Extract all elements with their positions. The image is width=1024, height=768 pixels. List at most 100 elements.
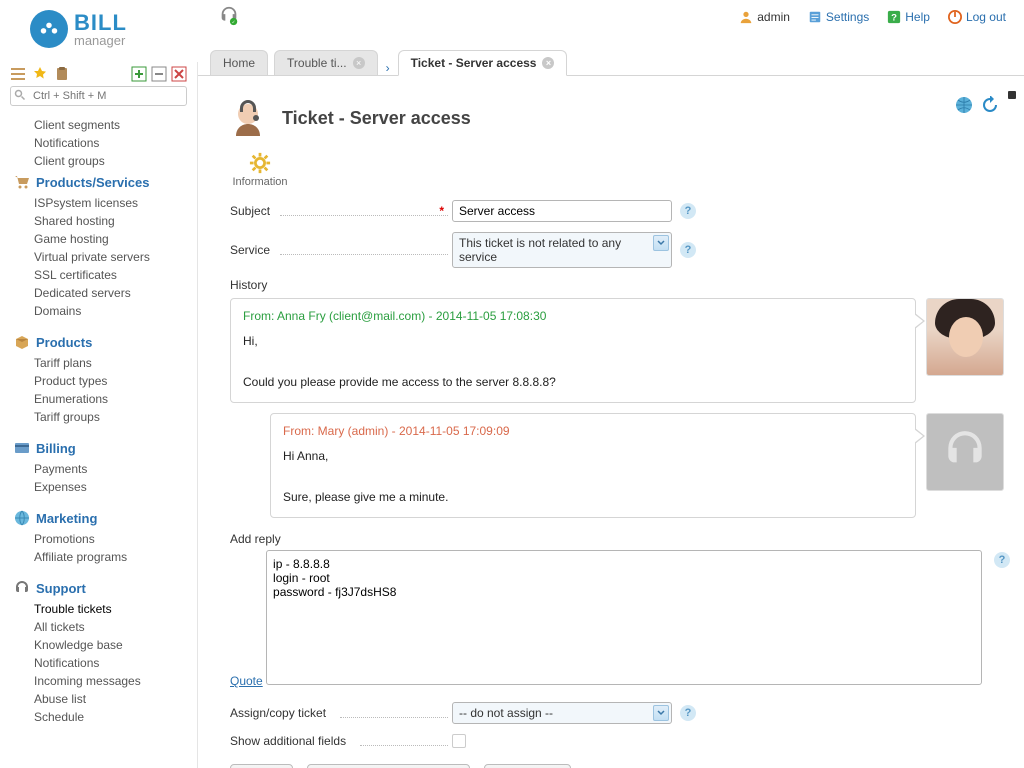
form-row-assign: Assign/copy ticket -- do not assign -- ?	[230, 702, 1004, 724]
sidebar-item[interactable]: Virtual private servers	[0, 248, 197, 266]
sidebar-search-input[interactable]	[10, 86, 187, 106]
tab[interactable]: Ticket - Server access ×	[398, 50, 568, 76]
help-icon: ?	[887, 10, 901, 24]
sidebar-item[interactable]: Shared hosting	[0, 212, 197, 230]
assign-select[interactable]: -- do not assign --	[452, 702, 672, 724]
sidebar-section-head[interactable]: Support	[0, 576, 197, 600]
collapse-icon[interactable]	[151, 66, 167, 82]
subject-label: Subject*	[230, 204, 452, 218]
reply-textarea[interactable]	[266, 550, 982, 685]
scroll-up-indicator[interactable]	[1008, 91, 1016, 99]
tab-bar: HomeTrouble ti...× › Ticket - Server acces…	[198, 48, 1024, 76]
tab[interactable]: Trouble ti...×	[274, 50, 378, 75]
sidebar-section-head[interactable]: Products/Services	[0, 170, 197, 194]
message-body: Hi,Could you please provide me access to…	[243, 331, 903, 392]
header-logout[interactable]: Log out	[948, 10, 1006, 24]
sidebar-item[interactable]: SSL certificates	[0, 266, 197, 284]
help-icon[interactable]: ?	[680, 203, 696, 219]
sidebar-section-head[interactable]: Billing	[0, 436, 197, 460]
close-icon[interactable]: ×	[542, 57, 554, 69]
sidebar-item[interactable]: Enumerations	[0, 390, 197, 408]
logo-brand-sub: manager	[74, 34, 127, 47]
search-icon	[14, 89, 26, 101]
globe-icon	[14, 510, 30, 526]
box-icon	[14, 334, 30, 350]
sidebar-item[interactable]: Trouble tickets	[0, 600, 197, 618]
sidebar-item[interactable]: Notifications	[0, 134, 197, 152]
sidebar-item[interactable]: Notifications	[0, 654, 197, 672]
header-right: admin Settings ? Help Log out	[739, 10, 1006, 24]
sidebar-item[interactable]: Product types	[0, 372, 197, 390]
sidebar-section: SupportTrouble ticketsAll ticketsKnowled…	[0, 576, 197, 726]
sidebar-nav: Client segments Notifications Client gro…	[0, 112, 197, 752]
header-help[interactable]: ? Help	[887, 10, 930, 24]
sidebar-section-head[interactable]: Products	[0, 330, 197, 354]
list-icon[interactable]	[10, 66, 26, 82]
sidebar-item[interactable]: Abuse list	[0, 690, 197, 708]
help-icon[interactable]: ?	[680, 705, 696, 721]
page-title: Ticket - Server access	[282, 108, 471, 129]
sidebar-item[interactable]: Payments	[0, 460, 197, 478]
reply-section: Add reply Quote ?	[230, 532, 1004, 688]
sidebar-item[interactable]: Tariff plans	[0, 354, 197, 372]
sidebar-section-title: Products/Services	[36, 175, 149, 190]
chevron-right-icon: ›	[384, 61, 392, 75]
content: Ticket - Server access Information Subje…	[198, 76, 1024, 768]
sidebar-item[interactable]: Tariff groups	[0, 408, 197, 426]
sidebar-tools	[0, 62, 197, 86]
cancel-button[interactable]: Cancel	[484, 764, 570, 768]
logo-brand-top: BILL	[74, 12, 127, 34]
ok-button[interactable]: Ok	[230, 764, 293, 768]
subject-input[interactable]	[452, 200, 672, 222]
header-settings[interactable]: Settings	[808, 10, 869, 24]
avatar	[926, 298, 1004, 376]
main-area: HomeTrouble ti...×›Ticket - Server acces…	[198, 48, 1024, 768]
service-select[interactable]: This ticket is not related to any servic…	[452, 232, 672, 268]
sidebar-item[interactable]: Dedicated servers	[0, 284, 197, 302]
sidebar-item[interactable]: Game hosting	[0, 230, 197, 248]
message-history: From: Anna Fry (client@mail.com) - 2014-…	[230, 298, 1004, 518]
show-additional-checkbox[interactable]	[452, 734, 466, 748]
sidebar-item[interactable]: Expenses	[0, 478, 197, 496]
globe-icon[interactable]	[955, 96, 973, 114]
support-headset-icon[interactable]: ✓	[218, 5, 240, 27]
history-label: History	[230, 278, 1004, 292]
sidebar-item[interactable]: Schedule	[0, 708, 197, 726]
sidebar-item[interactable]: Incoming messages	[0, 672, 197, 690]
support-agent-icon	[226, 96, 270, 140]
star-icon[interactable]	[32, 66, 48, 82]
sidebar-section: Products Tariff plansProduct typesEnumera…	[0, 330, 197, 426]
gear-icon	[249, 152, 271, 174]
sidebar-section-head[interactable]: Marketing	[0, 506, 197, 530]
help-icon[interactable]: ?	[994, 552, 1010, 568]
sidebar-item[interactable]: Client groups	[0, 152, 197, 170]
sidebar-section-title: Products	[36, 335, 92, 350]
message-from: From: Anna Fry (client@mail.com) - 2014-…	[243, 309, 903, 323]
quote-link[interactable]: Quote	[230, 674, 263, 688]
tab-label: Ticket - Server access	[411, 56, 537, 70]
tab[interactable]: Home	[210, 50, 268, 75]
sidebar-item[interactable]: ISPsystem licenses	[0, 194, 197, 212]
add-message-button[interactable]: Add a new message	[307, 764, 471, 768]
clipboard-icon[interactable]	[54, 66, 70, 82]
sidebar-item[interactable]: All tickets	[0, 618, 197, 636]
message-row: From: Mary (admin) - 2014-11-05 17:09:09…	[230, 413, 1004, 518]
app-logo[interactable]: BILL manager	[30, 10, 127, 48]
close-icon[interactable]: ×	[353, 57, 365, 69]
form-row-subject: Subject* ?	[230, 200, 1004, 222]
settings-icon	[808, 10, 822, 24]
svg-text:✓: ✓	[232, 19, 236, 24]
refresh-icon[interactable]	[981, 96, 999, 114]
close-panel-icon[interactable]	[171, 66, 187, 82]
expand-icon[interactable]	[131, 66, 147, 82]
sidebar-item[interactable]: Client segments	[0, 116, 197, 134]
sidebar-item[interactable]: Promotions	[0, 530, 197, 548]
header-user[interactable]: admin	[739, 10, 790, 24]
sidebar-item[interactable]: Domains	[0, 302, 197, 320]
help-icon[interactable]: ?	[680, 242, 696, 258]
sidebar-section: BillingPaymentsExpenses	[0, 436, 197, 496]
info-label: Information	[232, 176, 287, 188]
page-actions	[955, 96, 999, 114]
sidebar-item[interactable]: Knowledge base	[0, 636, 197, 654]
sidebar-item[interactable]: Affiliate programs	[0, 548, 197, 566]
